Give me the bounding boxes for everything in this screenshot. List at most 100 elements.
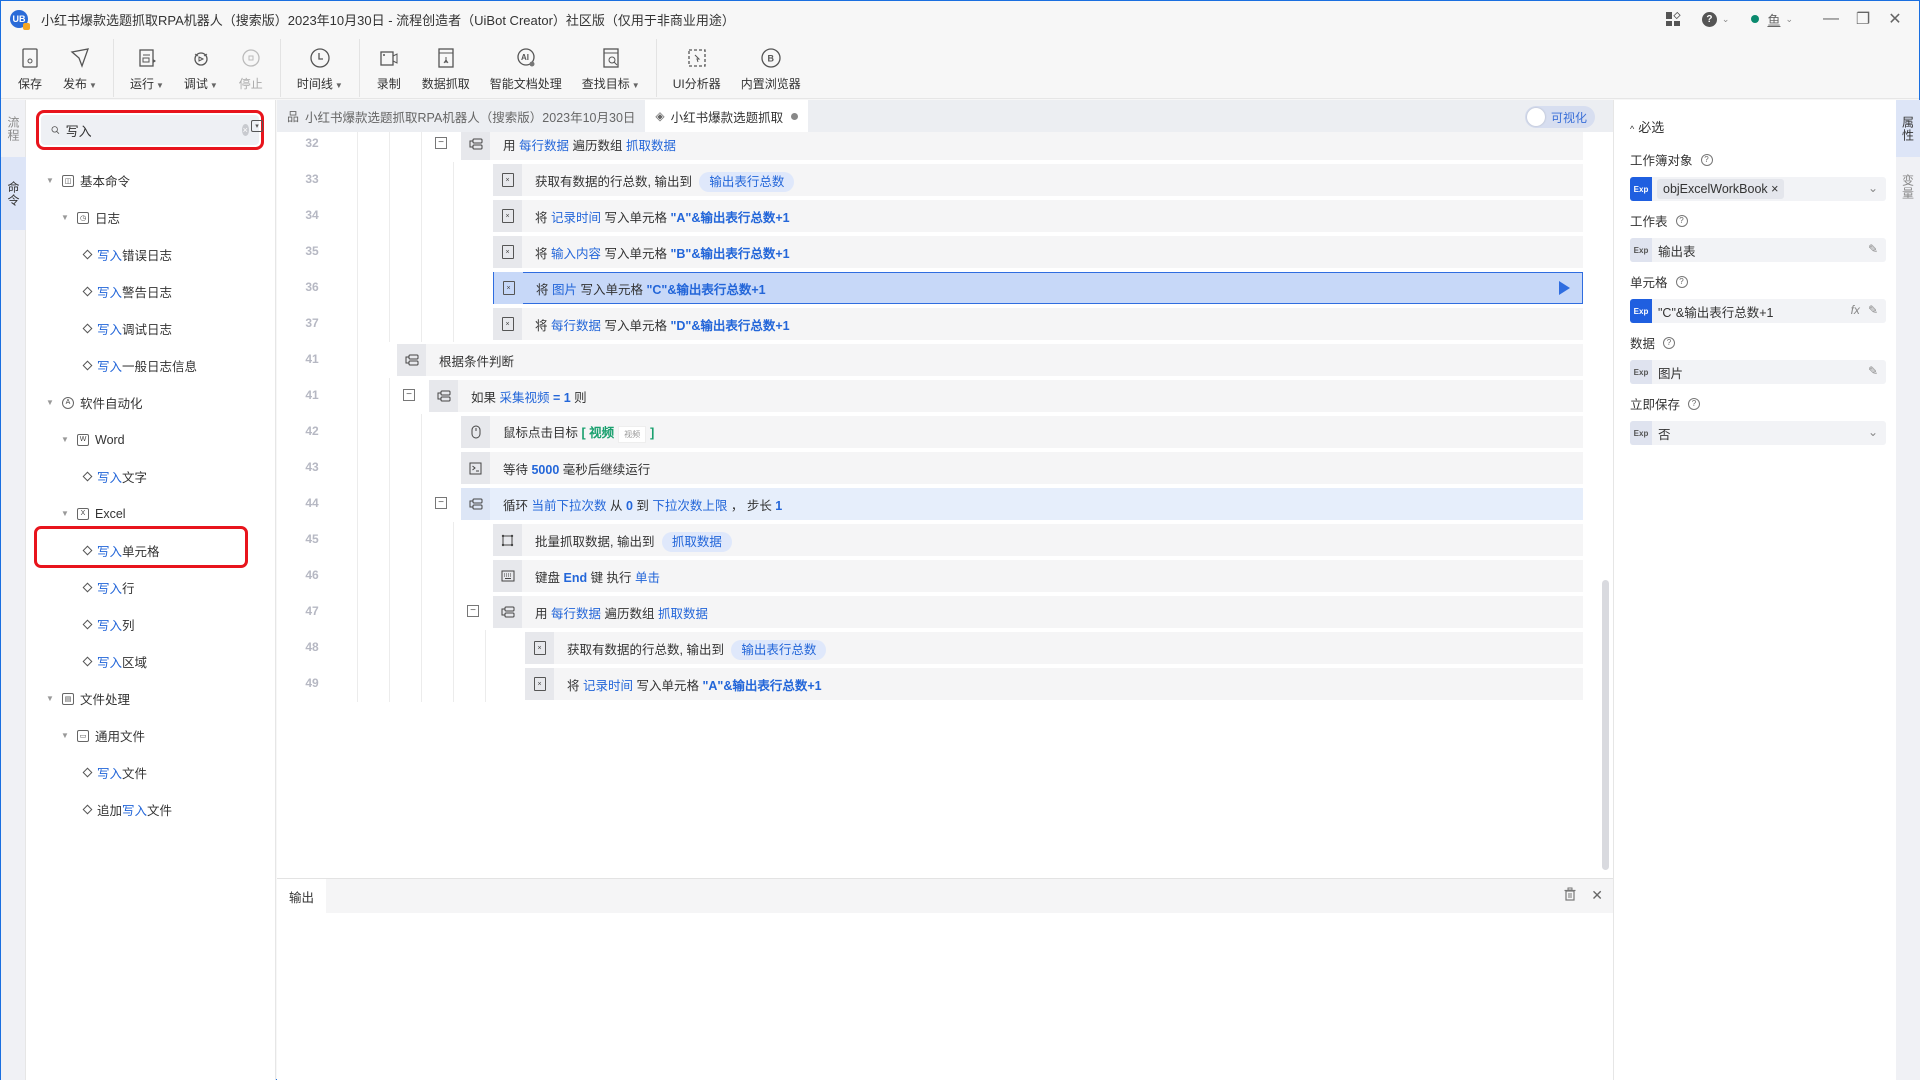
- command-block[interactable]: 用 每行数据 遍历数组 抓取数据: [493, 596, 1583, 628]
- browser-button[interactable]: B 内置浏览器: [731, 39, 811, 97]
- clear-search-button[interactable]: ×: [241, 124, 249, 136]
- expand-triangle-icon[interactable]: ▼: [61, 435, 73, 444]
- expand-triangle-icon[interactable]: ▼: [46, 398, 58, 407]
- code-row[interactable]: 36 × 将 图片 写入单元格 "C"&输出表行总数+1: [277, 270, 1613, 306]
- close-button[interactable]: ✕: [1879, 9, 1911, 29]
- collapse-toggle[interactable]: −: [403, 389, 415, 401]
- tab-flow[interactable]: 流程: [1, 100, 26, 157]
- help-icon[interactable]: ?: [1675, 214, 1688, 227]
- collapse-toggle[interactable]: −: [435, 497, 447, 509]
- command-block[interactable]: × 将 记录时间 写入单元格 "A"&输出表行总数+1: [525, 668, 1583, 700]
- expand-triangle-icon[interactable]: ▼: [61, 731, 73, 740]
- tree-command-item[interactable]: 写入 错误日志: [26, 236, 276, 273]
- tab-subflow[interactable]: ◈ 小红书爆款选题抓取: [645, 100, 809, 132]
- collapse-toggle[interactable]: −: [467, 605, 479, 617]
- command-block[interactable]: × 获取有数据的行总数, 输出到 输出表行总数: [493, 164, 1583, 196]
- expand-triangle-icon[interactable]: ▼: [46, 694, 58, 703]
- timeline-button[interactable]: 时间线 ▼: [287, 39, 353, 97]
- code-row[interactable]: 42 鼠标点击目标 [ 视频 视频]: [277, 414, 1613, 450]
- help-icon[interactable]: ?: [1700, 153, 1713, 166]
- tree-command-item[interactable]: 写入 区域: [26, 643, 276, 680]
- tree-command-item[interactable]: 写入 调试日志: [26, 310, 276, 347]
- restore-button[interactable]: ❐: [1847, 9, 1879, 29]
- command-block[interactable]: 用 每行数据 遍历数组 抓取数据: [461, 132, 1583, 160]
- apps-button[interactable]: [1665, 11, 1681, 26]
- output-variable-pill[interactable]: 输出表行总数: [699, 171, 795, 192]
- command-block[interactable]: 键盘 End 键 执行 单击: [493, 560, 1583, 592]
- tab-properties[interactable]: 属性: [1896, 100, 1920, 157]
- expression-toggle[interactable]: Exp: [1630, 360, 1652, 384]
- play-icon[interactable]: [1559, 281, 1570, 295]
- tab-output[interactable]: 输出: [277, 879, 327, 913]
- output-variable-pill[interactable]: 抓取数据: [661, 531, 732, 552]
- stop-button[interactable]: 停止: [228, 39, 274, 97]
- debug-button[interactable]: 调试 ▼: [174, 39, 228, 97]
- code-row[interactable]: 34 × 将 记录时间 写入单元格 "A"&输出表行总数+1: [277, 198, 1613, 234]
- expand-triangle-icon[interactable]: ▼: [61, 213, 73, 222]
- search-input[interactable]: [65, 122, 242, 138]
- chevron-down-icon[interactable]: ⌄: [1868, 425, 1878, 439]
- target-thumbnail[interactable]: 视频: [618, 425, 647, 443]
- tab-commands[interactable]: 命令: [1, 157, 26, 230]
- tab-variables[interactable]: 变量: [1896, 157, 1920, 217]
- command-block[interactable]: 如果 采集视频 = 1 则: [429, 380, 1583, 412]
- code-row[interactable]: 33 × 获取有数据的行总数, 输出到 输出表行总数: [277, 162, 1613, 198]
- expression-toggle[interactable]: Exp: [1630, 177, 1652, 201]
- clear-output-button[interactable]: [1563, 887, 1577, 904]
- command-block[interactable]: 批量抓取数据, 输出到 抓取数据: [493, 524, 1583, 556]
- expand-triangle-icon[interactable]: ▼: [46, 176, 58, 185]
- publish-button[interactable]: 发布 ▼: [53, 39, 107, 97]
- tree-command-item[interactable]: 写入行: [26, 569, 276, 606]
- run-button[interactable]: 运行 ▼: [120, 39, 174, 97]
- help-icon[interactable]: ?: [1688, 397, 1701, 410]
- remove-tag-icon[interactable]: ×: [1768, 182, 1778, 196]
- edit-icon[interactable]: ✎: [1868, 303, 1878, 317]
- fx-icon[interactable]: fx: [1851, 303, 1860, 317]
- filter-button[interactable]: ▾: [251, 120, 263, 132]
- edit-icon[interactable]: ✎: [1868, 364, 1878, 378]
- property-input[interactable]: Exp objExcelWorkBook × ⌄: [1630, 177, 1886, 201]
- code-row[interactable]: 41 根据条件判断: [277, 342, 1613, 378]
- command-block[interactable]: × 获取有数据的行总数, 输出到 输出表行总数: [525, 632, 1583, 664]
- save-button[interactable]: 保存: [7, 39, 53, 97]
- tree-group[interactable]: ▼ ▭ 通用文件: [26, 717, 276, 754]
- code-row[interactable]: 43 等待 5000 毫秒后继续运行: [277, 450, 1613, 486]
- tree-group[interactable]: ▼ ▤ 文件处理: [26, 680, 276, 717]
- code-row[interactable]: 35 × 将 输入内容 写入单元格 "B"&输出表行总数+1: [277, 234, 1613, 270]
- code-row[interactable]: 32 − 用 每行数据 遍历数组 抓取数据: [277, 132, 1613, 162]
- property-input[interactable]: Exp 输出表 ✎: [1630, 238, 1886, 262]
- command-block[interactable]: 循环 当前下拉次数 从 0 到 下拉次数上限 ， 步长 1: [461, 488, 1583, 520]
- edit-icon[interactable]: ✎: [1868, 242, 1878, 256]
- code-row[interactable]: 48 × 获取有数据的行总数, 输出到 输出表行总数: [277, 630, 1613, 666]
- code-row[interactable]: 46 键盘 End 键 执行 单击: [277, 558, 1613, 594]
- tree-group[interactable]: ▼ ◷ 日志: [26, 199, 276, 236]
- ui-analyzer-button[interactable]: UI分析器: [663, 39, 731, 97]
- help-icon[interactable]: ?: [1663, 336, 1676, 349]
- search-field[interactable]: ×: [41, 115, 259, 145]
- expand-triangle-icon[interactable]: ▼: [61, 509, 73, 518]
- property-input[interactable]: Exp "C"&输出表行总数+1 fx ✎: [1630, 299, 1886, 323]
- command-block[interactable]: 根据条件判断: [397, 344, 1583, 376]
- record-button[interactable]: 录制: [366, 39, 412, 97]
- help-button[interactable]: ? ⌄: [1701, 11, 1729, 27]
- section-required[interactable]: ^ 必选: [1630, 117, 1664, 136]
- command-block[interactable]: × 将 输入内容 写入单元格 "B"&输出表行总数+1: [493, 236, 1583, 268]
- expression-toggle[interactable]: Exp: [1630, 238, 1652, 262]
- code-row[interactable]: 44 − 循环 当前下拉次数 从 0 到 下拉次数上限 ， 步长 1: [277, 486, 1613, 522]
- chevron-down-icon[interactable]: ⌄: [1868, 181, 1878, 195]
- code-row[interactable]: 37 × 将 每行数据 写入单元格 "D"&输出表行总数+1: [277, 306, 1613, 342]
- collapse-toggle[interactable]: −: [435, 137, 447, 149]
- command-block[interactable]: × 将 记录时间 写入单元格 "A"&输出表行总数+1: [493, 200, 1583, 232]
- command-block[interactable]: 鼠标点击目标 [ 视频 视频]: [461, 416, 1583, 448]
- code-row[interactable]: 41 − 如果 采集视频 = 1 则: [277, 378, 1613, 414]
- command-block[interactable]: × 将 图片 写入单元格 "C"&输出表行总数+1: [493, 272, 1583, 304]
- expression-toggle[interactable]: Exp: [1630, 421, 1652, 445]
- tab-main-flow[interactable]: 品 小红书爆款选题抓取RPA机器人（搜索版）2023年10月30日: [277, 100, 645, 132]
- tree-group[interactable]: ▼ X Excel: [26, 495, 276, 532]
- tree-command-item[interactable]: 追加 写入 文件: [26, 791, 276, 828]
- command-block[interactable]: 等待 5000 毫秒后继续运行: [461, 452, 1583, 484]
- property-input[interactable]: Exp 否 ⌄: [1630, 421, 1886, 445]
- find-target-button[interactable]: 查找目标 ▼: [572, 39, 650, 97]
- tree-command-item[interactable]: 写入 文字: [26, 458, 276, 495]
- tree-group[interactable]: ▼ ◫ 基本命令: [26, 162, 276, 199]
